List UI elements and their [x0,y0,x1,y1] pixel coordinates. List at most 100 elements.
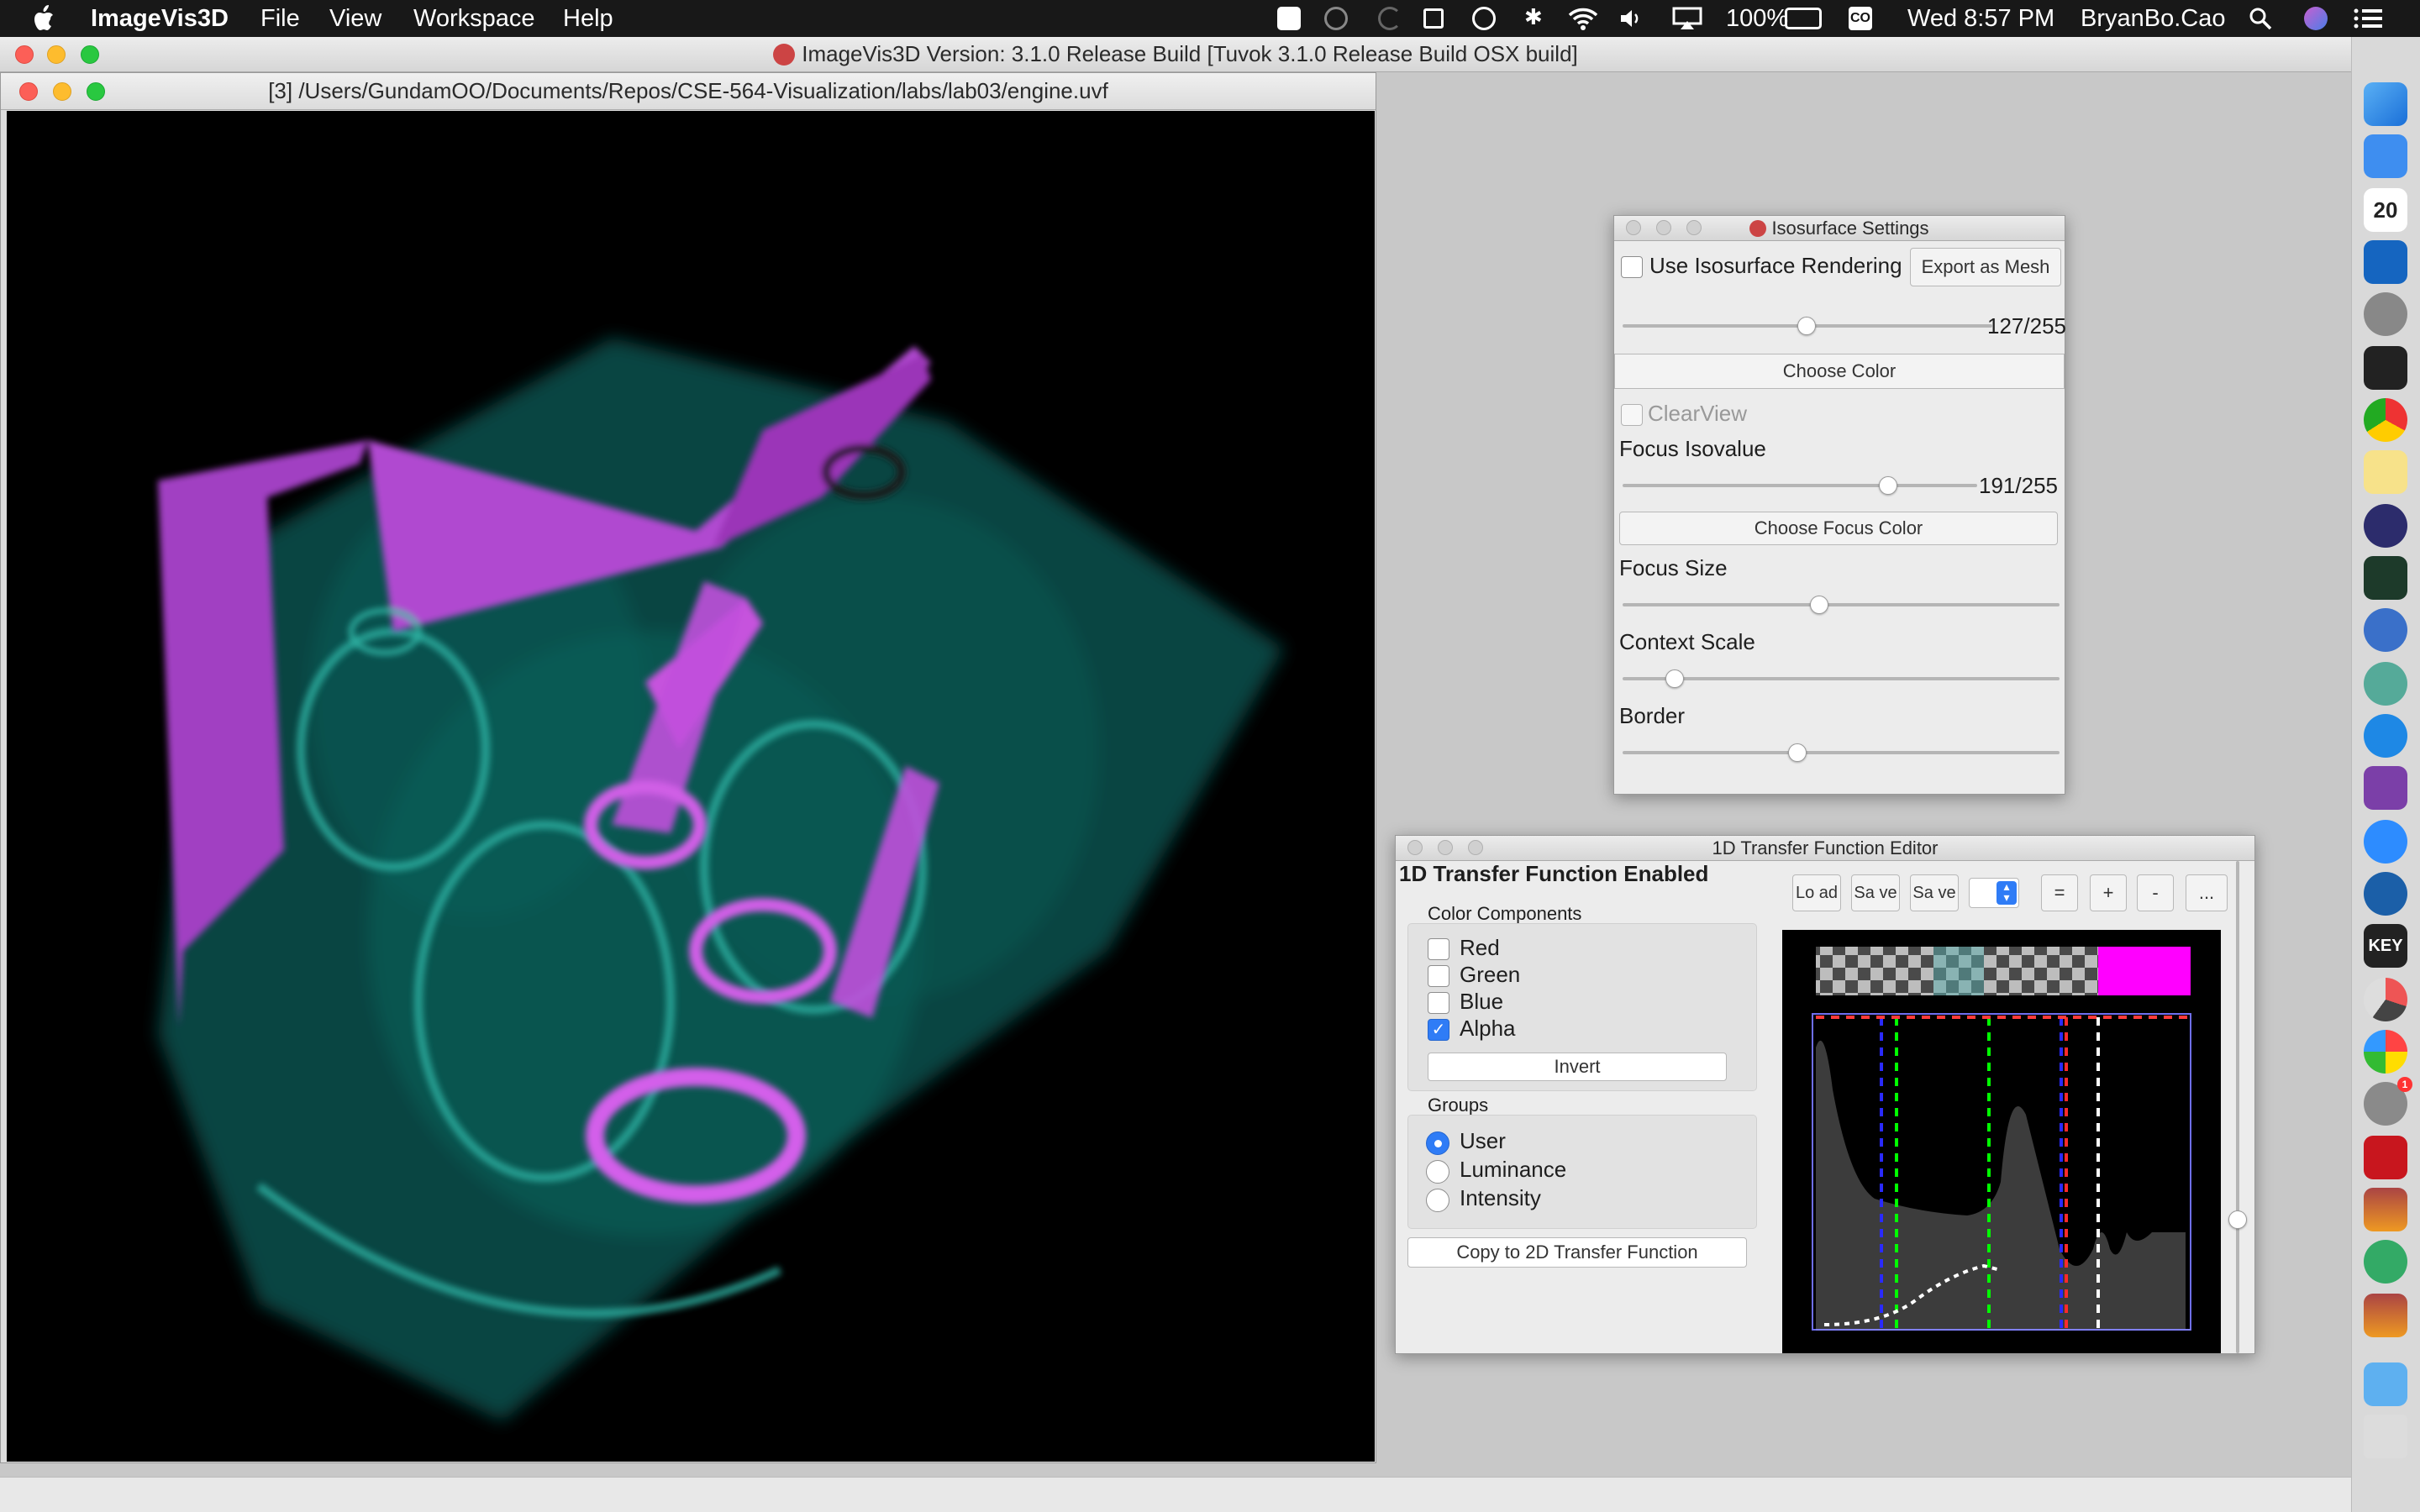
pen-app-icon[interactable] [2364,134,2407,178]
group-user-radio[interactable] [1426,1131,1449,1155]
apple-icon[interactable] [30,3,55,34]
group-luminance-radio[interactable] [1426,1160,1449,1184]
group-intensity-radio[interactable] [1426,1189,1449,1212]
outlook-icon[interactable] [2364,240,2407,284]
imagevis3d-second-icon[interactable] [2364,1294,2407,1337]
tf-close-button[interactable] [1407,840,1423,855]
launchpad-icon[interactable] [2364,292,2407,336]
preset-dropdown[interactable]: ▴ ▾ [1969,878,2019,908]
iso-close-button[interactable] [1626,220,1641,235]
main-minimize-button[interactable] [47,45,66,64]
r-app-icon[interactable] [2364,608,2407,652]
finder-icon[interactable] [2364,82,2407,126]
notes-icon[interactable] [2364,450,2407,494]
main-zoom-button[interactable] [81,45,99,64]
downloads-folder-icon[interactable] [2364,1362,2407,1406]
red-checkbox[interactable] [1428,938,1449,960]
terminal-icon[interactable] [2364,346,2407,390]
main-close-button[interactable] [15,45,34,64]
keynote-icon[interactable]: KEY [2364,924,2407,968]
imagevis3d-icon[interactable] [2364,1188,2407,1231]
border-slider-knob[interactable] [1788,743,1807,762]
tf-minimize-button[interactable] [1438,840,1453,855]
siri-icon[interactable] [2304,7,2328,30]
transfer-function-canvas[interactable] [1782,930,2221,1353]
eclipse-icon[interactable] [2364,504,2407,548]
onenote-icon[interactable] [2364,766,2407,810]
alpha-checkbox[interactable]: ✓ [1428,1019,1449,1041]
user-name[interactable]: BryanBo.Cao [2081,5,2226,33]
main-window-titlebar[interactable]: ImageVis3D Version: 3.1.0 Release Build … [0,37,2351,72]
add-button[interactable]: + [2090,874,2127,911]
system-preferences-icon[interactable]: 1 [2364,1077,2412,1126]
equalize-button[interactable]: = [2041,874,2078,911]
input-source-icon[interactable]: CO [1849,7,1872,30]
wifi-icon[interactable] [1568,7,1598,30]
focus-isovalue-slider-track[interactable] [1623,484,1977,487]
app-logo-icon [1749,219,1767,237]
app-name-menu[interactable]: ImageVis3D [91,5,229,33]
blue-checkbox[interactable] [1428,992,1449,1014]
zoom-icon[interactable] [2364,820,2407,864]
volume-icon[interactable] [1618,7,1642,30]
acrobat-icon[interactable] [2364,1136,2407,1179]
clearview-checkbox[interactable] [1621,404,1643,426]
invert-button[interactable]: Invert [1428,1053,1727,1081]
screen-icon[interactable] [1423,8,1444,29]
render-zoom-button[interactable] [87,82,105,101]
tf-zoom-button[interactable] [1468,840,1483,855]
browser-icon[interactable] [2364,872,2407,916]
photos-icon[interactable] [2364,1030,2407,1074]
calendar-icon[interactable]: 20 [2364,188,2407,232]
creative-cloud-icon[interactable] [1324,7,1348,30]
istat-icon[interactable] [2364,978,2407,1021]
battery-icon[interactable] [1785,8,1822,29]
isovalue-slider-knob[interactable] [1797,317,1817,335]
tf-zoom-slider-knob[interactable] [2228,1210,2247,1229]
volume-render-viewport[interactable] [7,111,1375,1462]
chrome-icon[interactable] [2364,398,2407,442]
trash-icon[interactable] [2364,1415,2407,1458]
render-window-titlebar[interactable]: [3] /Users/GundamOO/Documents/Repos/CSE-… [1,73,1376,110]
clock[interactable]: Wed 8:57 PM [1907,5,2054,33]
teamviewer-icon[interactable] [2364,714,2407,758]
export-mesh-button[interactable]: Export as Mesh [1910,248,2061,286]
airplay-icon[interactable] [1672,7,1702,30]
use-isosurface-checkbox[interactable] [1621,256,1643,278]
isosurface-titlebar[interactable]: Isosurface Settings [1614,216,2065,241]
network-app-icon[interactable] [2364,662,2407,706]
more-button[interactable]: ... [2186,874,2228,911]
render-close-button[interactable] [19,82,38,101]
help-menu[interactable]: Help [563,5,613,33]
iso-zoom-button[interactable] [1686,220,1702,235]
render-minimize-button[interactable] [53,82,71,101]
focus-isovalue-slider-knob[interactable] [1879,476,1898,495]
context-scale-slider-knob[interactable] [1665,669,1685,688]
activity-monitor-icon[interactable] [2364,556,2407,600]
file-menu[interactable]: File [260,5,300,33]
paper-icon[interactable] [1277,7,1301,30]
focus-size-slider-track[interactable] [1623,603,2060,606]
bluetooth-icon[interactable]: ✱ [1524,4,1548,29]
copy-to-2d-button[interactable]: Copy to 2D Transfer Function [1407,1237,1747,1268]
load-button[interactable]: Lo ad [1792,874,1841,911]
sync-icon[interactable] [1378,7,1402,30]
choose-color-button[interactable]: Choose Color [1614,354,2065,389]
green-checkbox[interactable] [1428,965,1449,987]
iso-minimize-button[interactable] [1656,220,1671,235]
tf-zoom-slider-track[interactable] [2236,861,2239,1353]
tf-titlebar[interactable]: 1D Transfer Function Editor [1396,836,2254,861]
search-icon[interactable] [2249,7,2272,30]
workspace-menu[interactable]: Workspace [413,5,535,33]
focus-size-slider-knob[interactable] [1810,596,1828,614]
atom-icon[interactable] [2364,1240,2407,1284]
save-as-button[interactable]: Sa ve [1910,874,1959,911]
context-scale-slider-track[interactable] [1623,677,2060,680]
border-slider-track[interactable] [1623,751,2060,754]
view-menu[interactable]: View [329,5,381,33]
save-button[interactable]: Sa ve [1851,874,1900,911]
remove-button[interactable]: - [2137,874,2174,911]
choose-focus-color-button[interactable]: Choose Focus Color [1619,512,2058,545]
accessibility-icon[interactable] [1472,7,1496,30]
notification-center-icon[interactable] [2353,7,2383,30]
